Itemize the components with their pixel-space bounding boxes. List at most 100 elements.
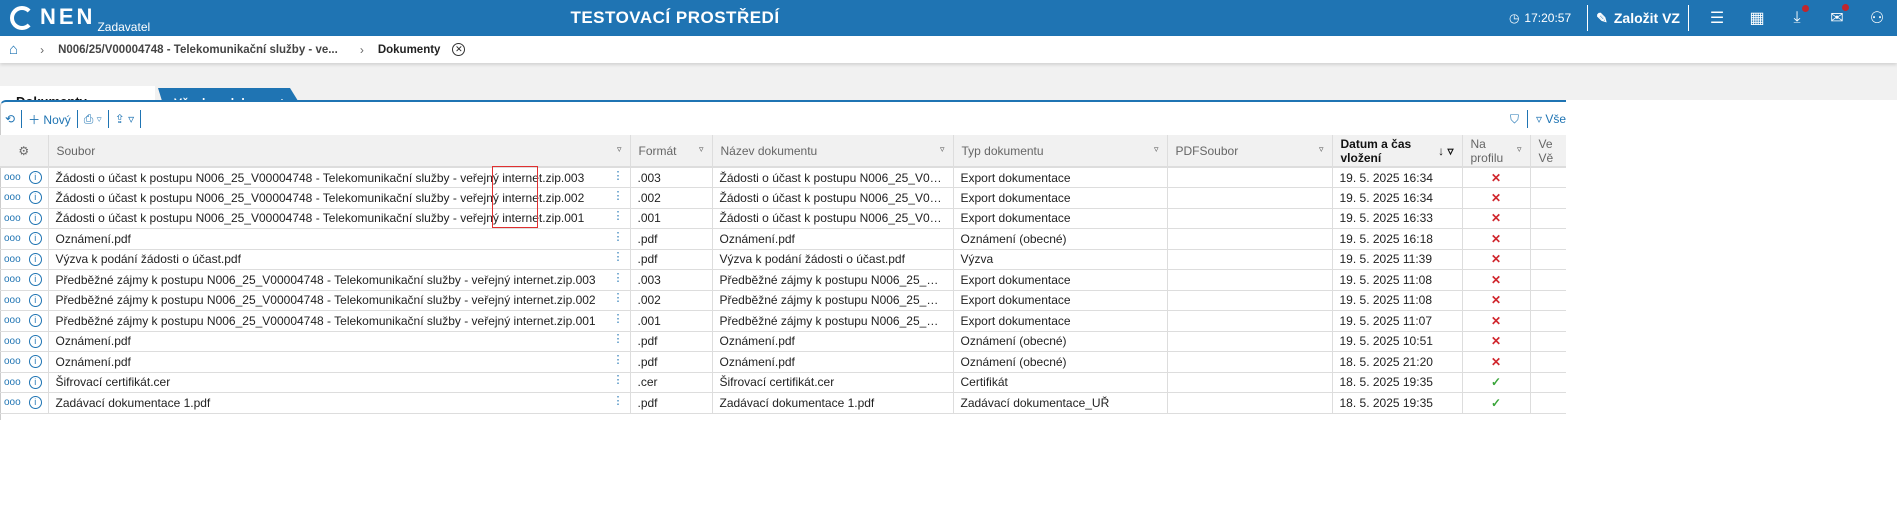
info-icon[interactable]: i — [28, 211, 42, 225]
more-vertical-icon[interactable]: ⋮ — [613, 293, 624, 304]
info-icon[interactable]: i — [28, 191, 42, 205]
filter-icon[interactable]: ▿ — [1154, 144, 1159, 155]
table-row[interactable]: ooo i Žádosti o účast k postupu N006_25_V0… — [0, 208, 1568, 229]
user-icon[interactable]: ⚇ — [1857, 8, 1897, 28]
more-vertical-icon[interactable]: ⋮ — [613, 272, 624, 283]
cell-file[interactable]: Zadávací dokumentace 1.pdf ⋮ — [48, 392, 631, 414]
home-icon[interactable]: ⌂ — [9, 41, 18, 58]
file-name[interactable]: Žádosti o účast k postupu N006_25_V00004… — [56, 171, 585, 185]
column-datum[interactable]: Datum a čas vložení ↓ ▿ — [1332, 135, 1463, 168]
info-icon[interactable]: i — [28, 355, 42, 369]
filter-icon[interactable]: ⛉ — [1510, 112, 1519, 127]
more-vertical-icon[interactable]: ⋮ — [613, 252, 624, 263]
cell-file[interactable]: Žádosti o účast k postupu N006_25_V00004… — [48, 167, 631, 188]
more-icon[interactable]: ooo — [4, 336, 21, 347]
cell-file[interactable]: Předběžné zájmy k postupu N006_25_V00004… — [48, 310, 631, 332]
table-row[interactable]: ooo i Žádosti o účast k postupu N006_25_V0… — [0, 187, 1568, 209]
file-name[interactable]: Zadávací dokumentace 1.pdf — [56, 396, 211, 410]
table-row[interactable]: ooo i Zadávací dokumentace 1.pdf ⋮ .pdf Zadáv… — [0, 392, 1568, 414]
table-row[interactable]: ooo i Výzva k podání žádosti o účast.pdf ⋮.… — [0, 249, 1568, 270]
file-name[interactable]: Oznámení.pdf — [56, 334, 131, 348]
table-row[interactable]: ooo i Předběžné zájmy k postupu N006_25_V0… — [0, 310, 1568, 332]
cell-file[interactable]: Oznámení.pdf ⋮ — [48, 331, 631, 352]
close-icon[interactable]: ✕ — [452, 43, 466, 56]
view-select[interactable]: ▿ Vše — [1536, 112, 1566, 126]
info-icon[interactable]: i — [28, 232, 42, 246]
more-icon[interactable]: ooo — [4, 274, 21, 285]
file-name[interactable]: Žádosti o účast k postupu N006_25_V00004… — [56, 211, 585, 225]
info-icon[interactable]: i — [28, 171, 42, 184]
more-icon[interactable]: ooo — [4, 295, 21, 306]
file-name[interactable]: Předběžné zájmy k postupu N006_25_V00004… — [56, 273, 596, 287]
info-icon[interactable]: i — [28, 334, 42, 348]
more-vertical-icon[interactable]: ⋮ — [613, 395, 624, 406]
column-typ[interactable]: Typ dokumentu ▿ — [953, 135, 1168, 168]
cell-file[interactable]: Oznámení.pdf ⋮ — [48, 228, 631, 250]
file-name[interactable]: Žádosti o účast k postupu N006_25_V00004… — [56, 191, 585, 205]
export-icon[interactable]: ⇪ ▿ — [115, 112, 134, 126]
column-na-profilu[interactable]: Na profilu ▿ — [1462, 135, 1531, 168]
file-name[interactable]: Oznámení.pdf — [56, 355, 131, 369]
more-icon[interactable]: ooo — [4, 315, 21, 326]
file-name[interactable]: Předběžné zájmy k postupu N006_25_V00004… — [56, 293, 596, 307]
more-icon[interactable]: ooo — [4, 192, 21, 203]
table-row[interactable]: ooo i Oznámení.pdf ⋮ .pdf Oznámení.pdf Oznámen… — [0, 351, 1568, 373]
filter-icon[interactable]: ▿ — [617, 144, 622, 155]
more-vertical-icon[interactable]: ⋮ — [613, 231, 624, 242]
table-row[interactable]: ooo i Žádosti o účast k postupu N006_25_V0… — [0, 167, 1568, 188]
cell-file[interactable]: Žádosti o účast k postupu N006_25_V00004… — [48, 187, 631, 209]
column-ve-vestniku[interactable]: Ve Vě — [1530, 135, 1568, 168]
more-vertical-icon[interactable]: ⋮ — [613, 354, 624, 365]
new-button[interactable]: ＋ Nový — [28, 111, 71, 128]
info-icon[interactable]: i — [28, 396, 42, 410]
file-name[interactable]: Oznámení.pdf — [56, 232, 131, 246]
info-icon[interactable]: i — [28, 293, 42, 307]
more-vertical-icon[interactable]: ⋮ — [613, 190, 624, 201]
info-icon[interactable]: i — [28, 252, 42, 266]
column-nazev[interactable]: Název dokumentu ▿ — [712, 135, 954, 168]
table-row[interactable]: ooo i Šifrovací certifikát.cer ⋮ .cer Šifrova… — [0, 372, 1568, 393]
more-icon[interactable]: ooo — [4, 172, 21, 183]
cell-file[interactable]: Šifrovací certifikát.cer ⋮ — [48, 372, 631, 393]
more-vertical-icon[interactable]: ⋮ — [613, 313, 624, 324]
cell-file[interactable]: Oznámení.pdf ⋮ — [48, 351, 631, 373]
column-settings[interactable]: ⚙ — [0, 135, 49, 168]
table-row[interactable]: ooo i Oznámení.pdf ⋮ .pdf Oznámení.pdf Oznámen… — [0, 228, 1568, 250]
more-vertical-icon[interactable]: ⋮ — [613, 211, 624, 222]
refresh-icon[interactable]: ⟲ — [5, 112, 15, 126]
table-row[interactable]: ooo i Oznámení.pdf ⋮ .pdf Oznámení.pdf Oznámen… — [0, 331, 1568, 352]
column-pdfsoubor[interactable]: PDFSoubor ▿ — [1167, 135, 1333, 168]
filter-icon[interactable]: ▿ — [699, 144, 704, 155]
file-name[interactable]: Předběžné zájmy k postupu N006_25_V00004… — [56, 314, 596, 328]
file-name[interactable]: Výzva k podání žádosti o účast.pdf — [56, 252, 241, 266]
more-icon[interactable]: ooo — [4, 397, 21, 408]
table-row[interactable]: ooo i Předběžné zájmy k postupu N006_25_V0… — [0, 269, 1568, 291]
cell-file[interactable]: Žádosti o účast k postupu N006_25_V00004… — [48, 208, 631, 229]
more-vertical-icon[interactable]: ⋮ — [613, 170, 624, 181]
filter-icon[interactable]: ▿ — [940, 144, 945, 155]
cell-file[interactable]: Výzva k podání žádosti o účast.pdf ⋮ — [48, 249, 631, 270]
breadcrumb-procedure[interactable]: N006/25/V00004748 - Telekomunikační služ… — [58, 44, 338, 56]
sort-desc-icon[interactable]: ↓ ▿ — [1438, 144, 1453, 158]
cell-file[interactable]: Předběžné zájmy k postupu N006_25_V00004… — [48, 290, 631, 311]
column-format[interactable]: Formát ▿ — [630, 135, 713, 168]
column-soubor[interactable]: Soubor ▿ — [48, 135, 631, 168]
more-vertical-icon[interactable]: ⋮ — [613, 334, 624, 345]
mail-icon[interactable]: ✉ — [1817, 4, 1857, 28]
more-icon[interactable]: ooo — [4, 356, 21, 367]
more-icon[interactable]: ooo — [4, 377, 21, 388]
create-vz-button[interactable]: ✎ Založit VZ — [1596, 10, 1680, 27]
more-icon[interactable]: ooo — [4, 254, 21, 265]
filter-icon[interactable]: ▿ — [1319, 144, 1324, 155]
table-row[interactable]: ooo i Předběžné zájmy k postupu N006_25_V0… — [0, 290, 1568, 311]
info-icon[interactable]: i — [28, 314, 42, 328]
calendar-icon[interactable]: ▦ — [1737, 8, 1777, 28]
more-icon[interactable]: ooo — [4, 213, 21, 224]
more-vertical-icon[interactable]: ⋮ — [613, 375, 624, 386]
file-name[interactable]: Šifrovací certifikát.cer — [56, 375, 171, 389]
info-icon[interactable]: i — [28, 273, 42, 287]
print-icon[interactable]: ⎙ ▿ — [84, 112, 102, 127]
menu-icon[interactable]: ☰ — [1697, 8, 1737, 28]
filter-icon[interactable]: ▿ — [1517, 144, 1522, 155]
download-icon[interactable]: ⤓ — [1777, 5, 1817, 27]
